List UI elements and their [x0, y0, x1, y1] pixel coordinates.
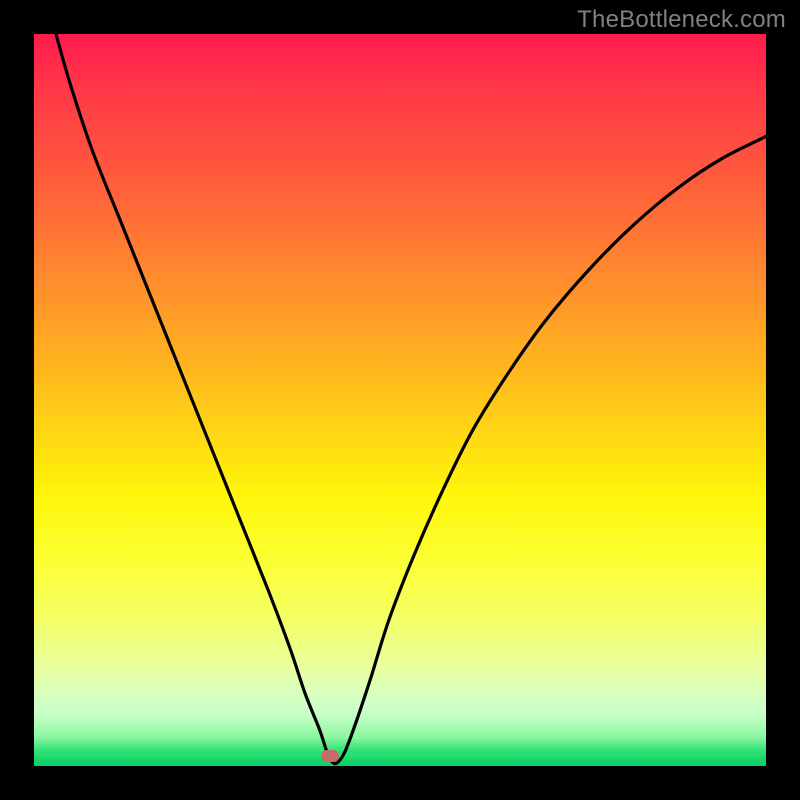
plot-area	[34, 34, 766, 766]
optimal-point-marker	[321, 750, 339, 762]
watermark-text: TheBottleneck.com	[577, 6, 786, 34]
chart-stage: TheBottleneck.com	[0, 0, 800, 800]
bottleneck-curve	[34, 34, 766, 766]
